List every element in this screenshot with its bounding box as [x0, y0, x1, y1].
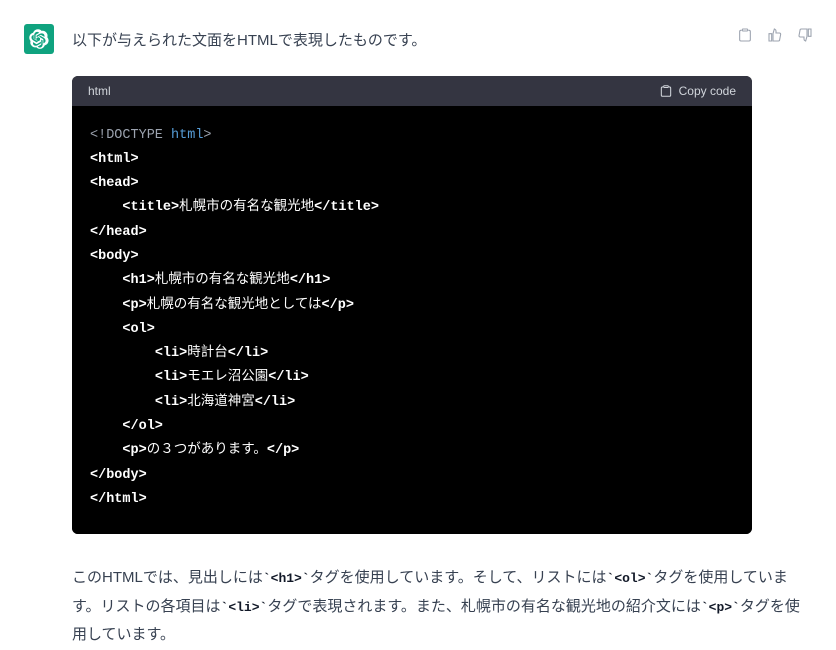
openai-logo-icon: [29, 29, 49, 49]
code-line: <li>北海道神宮</li>: [90, 391, 734, 415]
code-line: <p>の３つがあります。</p>: [90, 439, 734, 463]
code-line: <title>札幌市の有名な観光地</title>: [90, 196, 734, 220]
message-content: 以下が与えられた文面をHTMLで表現したものです。 html Copy code…: [72, 24, 816, 650]
code-line: <ol>: [90, 318, 734, 342]
code-body: <!DOCTYPE html> <html> <head> <title>札幌市…: [72, 106, 752, 535]
code-line: </body>: [90, 464, 734, 488]
thumbs-up-button[interactable]: [764, 24, 786, 46]
code-line: <p>札幌の有名な観光地としては</p>: [90, 294, 734, 318]
code-line: </head>: [90, 221, 734, 245]
intro-text: 以下が与えられた文面をHTMLで表現したものです。: [72, 28, 816, 54]
code-line: <html>: [90, 148, 734, 172]
inline-code: `<li>`: [221, 600, 268, 615]
thumbs-down-icon: [797, 27, 813, 43]
code-line: <body>: [90, 245, 734, 269]
code-block: html Copy code <!DOCTYPE html> <html> <h…: [72, 76, 752, 535]
copy-code-label: Copy code: [679, 84, 736, 98]
code-line: <head>: [90, 172, 734, 196]
inline-code: `<ol>`: [607, 571, 654, 586]
thumbs-up-icon: [767, 27, 783, 43]
copy-code-button[interactable]: Copy code: [659, 84, 736, 98]
assistant-message: 以下が与えられた文面をHTMLで表現したものです。 html Copy code…: [24, 24, 816, 650]
code-line: </html>: [90, 488, 734, 512]
assistant-avatar: [24, 24, 54, 54]
code-line: <h1>札幌市の有名な観光地</h1>: [90, 269, 734, 293]
message-actions: [734, 24, 816, 46]
code-line: <li>時計台</li>: [90, 342, 734, 366]
code-line: <!DOCTYPE html>: [90, 124, 734, 148]
inline-code: `<h1>`: [263, 571, 310, 586]
explanation-text: このHTMLでは、見出しには`<h1>`タグを使用しています。そして、リストには…: [72, 564, 812, 650]
inline-code: `<p>`: [701, 600, 740, 615]
code-line: <li>モエレ沼公園</li>: [90, 366, 734, 390]
clipboard-icon: [737, 27, 753, 43]
clipboard-icon: [659, 84, 673, 98]
code-line: </ol>: [90, 415, 734, 439]
code-header: html Copy code: [72, 76, 752, 106]
code-language-label: html: [88, 84, 111, 98]
copy-message-button[interactable]: [734, 24, 756, 46]
thumbs-down-button[interactable]: [794, 24, 816, 46]
